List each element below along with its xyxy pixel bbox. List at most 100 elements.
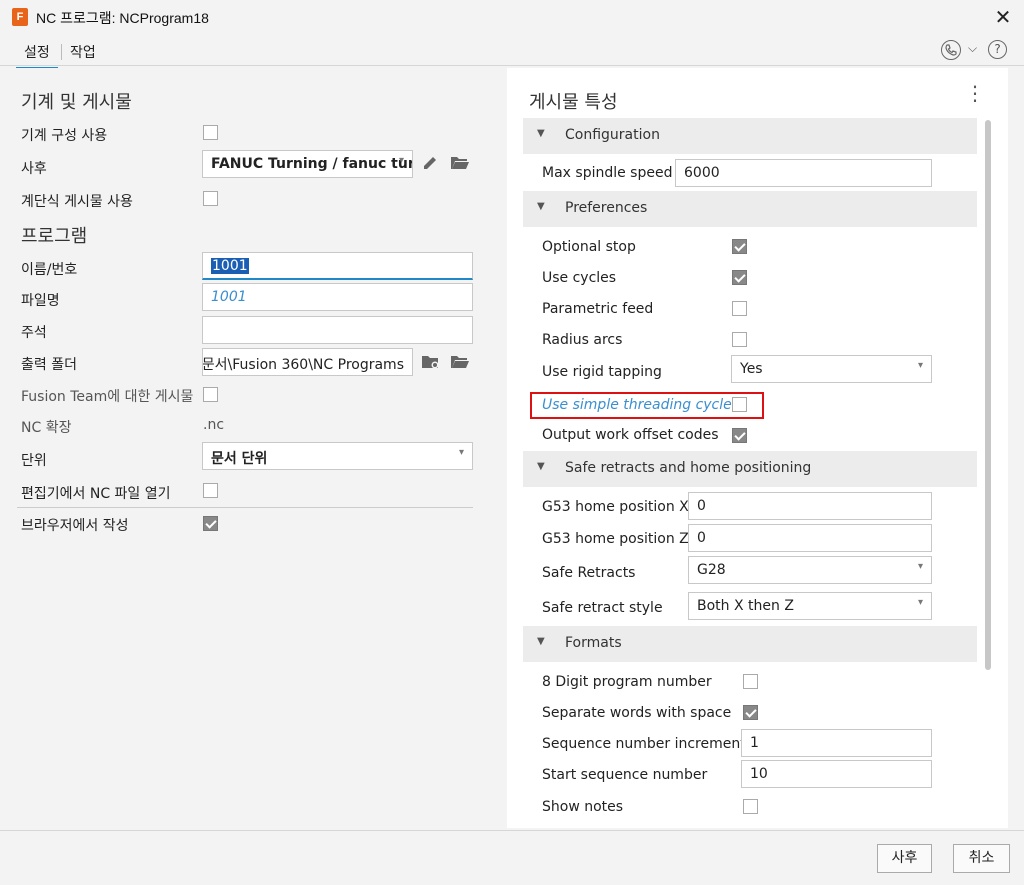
parametric-feed-checkbox[interactable] (732, 301, 747, 316)
max-spindle-speed-label: Max spindle speed (542, 165, 673, 181)
tab-divider (61, 44, 62, 60)
sequence-number-increment-value: 1 (750, 735, 759, 751)
radius-arcs-label: Radius arcs (542, 332, 623, 348)
fusion-app-icon: F (12, 8, 28, 26)
separate-words-checkbox[interactable] (743, 705, 758, 720)
use-cycles-checkbox[interactable] (732, 270, 747, 285)
g53-home-z-input[interactable]: 0 (688, 524, 932, 552)
browse-folder-icon[interactable] (450, 353, 470, 371)
output-folder-value: 문서\Fusion 360\NC Programs (202, 357, 404, 373)
name-number-input[interactable]: 1001 (202, 252, 473, 280)
tab-bar: 설정 작업 ⌵ ? (0, 36, 1024, 69)
post-button[interactable]: 사후 (877, 844, 932, 873)
open-in-editor-label: 편집기에서 NC 파일 열기 (21, 486, 171, 502)
unit-select-value: 문서 단위 (211, 451, 268, 467)
post-select-value: FANUC Turning / fanuc turn (211, 156, 413, 172)
name-number-value: 1001 (211, 258, 249, 274)
window-title: NC 프로그램: NCProgram18 (36, 10, 209, 26)
phone-icon[interactable] (941, 40, 961, 60)
g53-home-x-value: 0 (697, 498, 706, 514)
group-label: Configuration (565, 127, 660, 143)
dialog-footer: 사후 취소 (0, 830, 1024, 885)
section-title-program: 프로그램 (21, 226, 88, 247)
use-simple-threading-cycle-checkbox[interactable] (732, 397, 747, 412)
comment-label: 주석 (21, 325, 47, 341)
group-configuration[interactable]: ▼ Configuration (523, 118, 977, 154)
optional-stop-label: Optional stop (542, 239, 636, 255)
optional-stop-checkbox[interactable] (732, 239, 747, 254)
collapse-arrow-icon: ▼ (537, 461, 545, 472)
safe-retracts-value: G28 (697, 562, 726, 578)
open-folder-icon[interactable] (450, 154, 470, 172)
create-in-browser-checkbox[interactable] (203, 516, 218, 531)
digit8-program-number-checkbox[interactable] (743, 674, 758, 689)
safe-retracts-label: Safe Retracts (542, 565, 636, 581)
collapse-arrow-icon: ▼ (537, 128, 545, 139)
output-folder-label: 출력 폴더 (21, 357, 77, 373)
digit8-program-number-label: 8 Digit program number (542, 674, 712, 690)
max-spindle-speed-input[interactable]: 6000 (675, 159, 932, 187)
output-folder-input[interactable]: 문서\Fusion 360\NC Programs (202, 348, 413, 376)
group-formats[interactable]: ▼ Formats (523, 626, 977, 662)
collapse-arrow-icon: ▼ (537, 636, 545, 647)
create-in-browser-label: 브라우저에서 작성 (21, 518, 129, 534)
filename-input[interactable]: 1001 (202, 283, 473, 311)
show-notes-checkbox[interactable] (743, 799, 758, 814)
title-bar: F NC 프로그램: NCProgram18 ✕ (0, 0, 1024, 36)
start-sequence-number-input[interactable]: 10 (741, 760, 932, 788)
nc-extension-label: NC 확장 (21, 420, 72, 436)
post-select[interactable]: FANUC Turning / fanuc turn (202, 150, 413, 178)
radius-arcs-checkbox[interactable] (732, 332, 747, 347)
unit-select[interactable]: 문서 단위 (202, 442, 473, 470)
output-work-offset-codes-checkbox[interactable] (732, 428, 747, 443)
help-icon[interactable]: ? (988, 40, 1007, 59)
group-safe-retracts[interactable]: ▼ Safe retracts and home positioning (523, 451, 977, 487)
group-label: Formats (565, 635, 622, 651)
name-number-label: 이름/번호 (21, 262, 78, 278)
open-in-editor-checkbox[interactable] (203, 483, 218, 498)
close-icon[interactable]: ✕ (992, 6, 1014, 28)
g53-home-x-label: G53 home position X (542, 499, 689, 515)
safe-retract-style-select[interactable]: Both X then Z (688, 592, 932, 620)
parametric-feed-label: Parametric feed (542, 301, 654, 317)
filename-label: 파일명 (21, 293, 60, 309)
show-notes-label: Show notes (542, 799, 624, 815)
filename-value: 1001 (211, 289, 247, 305)
divider (17, 507, 473, 508)
use-rigid-tapping-select[interactable]: Yes (731, 355, 932, 383)
use-rigid-tapping-label: Use rigid tapping (542, 364, 662, 380)
post-properties-title: 게시물 특성 (529, 92, 618, 113)
safe-retracts-select[interactable]: G28 (688, 556, 932, 584)
output-work-offset-codes-label: Output work offset codes (542, 427, 719, 443)
start-sequence-number-label: Start sequence number (542, 767, 708, 783)
folder-settings-icon[interactable] (421, 353, 441, 371)
g53-home-z-label: G53 home position Z (542, 531, 689, 547)
group-label: Safe retracts and home positioning (565, 460, 812, 476)
comment-input[interactable] (202, 316, 473, 344)
max-spindle-speed-value: 6000 (684, 165, 720, 181)
group-preferences[interactable]: ▼ Preferences (523, 191, 977, 227)
fusion-team-post-checkbox[interactable] (203, 387, 218, 402)
tab-operations[interactable]: 작업 (70, 42, 96, 62)
cancel-button[interactable]: 취소 (953, 844, 1010, 873)
start-sequence-number-value: 10 (750, 766, 768, 782)
use-cascading-post-checkbox[interactable] (203, 191, 218, 206)
scrollbar[interactable] (985, 120, 991, 670)
post-properties-panel: 게시물 특성 ⋮ ▼ Configuration Max spindle spe… (507, 68, 1008, 828)
use-machine-config-label: 기계 구성 사용 (21, 128, 108, 144)
tab-setup[interactable]: 설정 (16, 42, 58, 69)
chevron-down-icon[interactable]: ⌵ (968, 41, 977, 56)
sequence-number-increment-input[interactable]: 1 (741, 729, 932, 757)
edit-pencil-icon[interactable] (421, 154, 441, 172)
nc-extension-value: .nc (203, 417, 225, 433)
use-machine-config-checkbox[interactable] (203, 125, 218, 140)
unit-label: 단위 (21, 453, 47, 469)
use-cascading-post-label: 계단식 게시물 사용 (21, 194, 133, 210)
g53-home-x-input[interactable]: 0 (688, 492, 932, 520)
post-label: 사후 (21, 161, 47, 177)
use-simple-threading-cycle-label: Use simple threading cycle (542, 397, 732, 413)
use-rigid-tapping-value: Yes (740, 361, 763, 377)
sequence-number-increment-label: Sequence number increment (542, 736, 746, 752)
safe-retract-style-label: Safe retract style (542, 600, 663, 616)
more-options-icon[interactable]: ⋮ (965, 83, 985, 103)
